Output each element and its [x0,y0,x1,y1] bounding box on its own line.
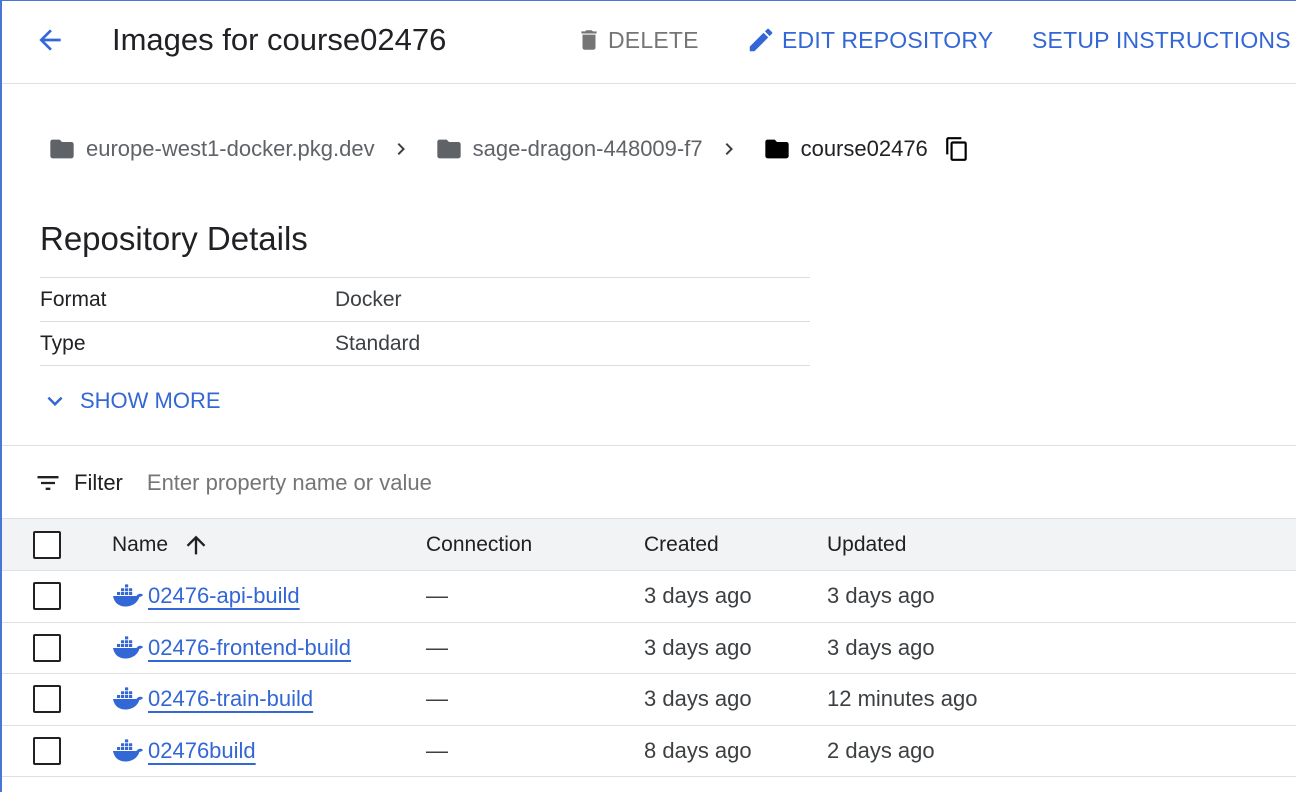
updated-cell: 12 minutes ago [827,686,978,712]
details-row-type: Type Standard [40,322,810,366]
table-row: 02476-train-build — 3 days ago 12 minute… [2,674,1296,726]
filter-label: Filter [74,470,123,495]
image-name-link[interactable]: 02476build [148,738,256,764]
select-all-checkbox[interactable] [33,530,61,559]
trash-icon [576,27,602,53]
breadcrumb-item-repository: course02476 [763,135,928,163]
column-header-updated: Updated [827,532,907,556]
folder-icon [763,135,791,163]
delete-button[interactable]: DELETE [576,24,699,56]
breadcrumb-label: europe-west1-docker.pkg.dev [86,136,375,161]
back-button[interactable] [30,22,70,58]
docker-icon [112,584,144,608]
edit-repository-label: EDIT REPOSITORY [782,26,994,53]
details-row-format: Format Docker [40,278,810,322]
updated-cell: 3 days ago [827,634,935,660]
delete-label: DELETE [608,26,699,53]
breadcrumb-item-location[interactable]: europe-west1-docker.pkg.dev [48,135,375,163]
docker-icon [112,636,144,660]
breadcrumb-item-project[interactable]: sage-dragon-448009-f7 [435,135,703,163]
image-name-link[interactable]: 02476-train-build [148,686,313,712]
updated-cell: 2 days ago [827,737,935,763]
copy-icon[interactable] [944,136,970,162]
images-table: Name Connection Created Updated 02476-ap… [2,518,1296,777]
row-checkbox[interactable] [33,736,61,765]
repository-details-table: Format Docker Type Standard [40,277,810,366]
chevron-down-icon [40,386,70,416]
image-name-link[interactable]: 02476-api-build [148,583,300,609]
created-cell: 3 days ago [644,634,752,660]
row-checkbox[interactable] [33,633,61,662]
folder-icon [48,135,76,163]
docker-icon [112,687,144,711]
updated-cell: 3 days ago [827,583,935,609]
created-cell: 8 days ago [644,737,752,763]
chevron-right-icon [389,137,413,161]
show-more-button[interactable]: SHOW MORE [40,384,221,418]
details-key: Format [40,287,107,311]
breadcrumb-label: course02476 [800,136,928,161]
table-row: 02476-frontend-build — 3 days ago 3 days… [2,623,1296,674]
breadcrumb-label: sage-dragon-448009-f7 [472,136,703,161]
section-divider [2,445,1296,446]
column-header-connection: Connection [426,532,533,556]
docker-icon [112,739,144,763]
connection-cell: — [426,583,448,609]
created-cell: 3 days ago [644,583,752,609]
page-title: Images for course02476 [112,22,447,57]
image-name-link[interactable]: 02476-frontend-build [148,635,351,661]
connection-cell: — [426,737,448,763]
column-header-name[interactable]: Name [112,531,426,559]
page-header: Images for course02476 DELETE EDIT REPOS… [2,0,1296,84]
created-cell: 3 days ago [644,686,752,712]
edit-repository-button[interactable]: EDIT REPOSITORY [746,24,993,56]
setup-instructions-button[interactable]: SETUP INSTRUCTIONS [1032,24,1291,56]
table-row: 02476-api-build — 3 days ago 3 days ago [2,571,1296,623]
arrow-up-icon[interactable] [182,531,210,559]
column-header-created: Created [644,532,719,556]
row-checkbox[interactable] [33,582,61,611]
details-key: Type [40,331,86,355]
breadcrumb: europe-west1-docker.pkg.dev sage-dragon-… [48,130,970,168]
chevron-right-icon [717,137,741,161]
repository-details-title: Repository Details [40,220,308,257]
table-header: Name Connection Created Updated [2,519,1296,571]
filter-input[interactable] [146,470,847,496]
show-more-label: SHOW MORE [80,388,221,413]
setup-instructions-label: SETUP INSTRUCTIONS [1032,26,1291,53]
connection-cell: — [426,686,448,712]
details-value: Standard [335,331,421,355]
row-checkbox[interactable] [33,685,61,714]
table-row: 02476build — 8 days ago 2 days ago [2,726,1296,777]
connection-cell: — [426,634,448,660]
arrow-back-icon [39,29,61,51]
filter-icon[interactable] [34,469,62,497]
folder-icon [435,135,463,163]
pencil-icon [746,25,776,55]
filter-bar: Filter [2,456,1296,510]
details-value: Docker [335,287,402,311]
